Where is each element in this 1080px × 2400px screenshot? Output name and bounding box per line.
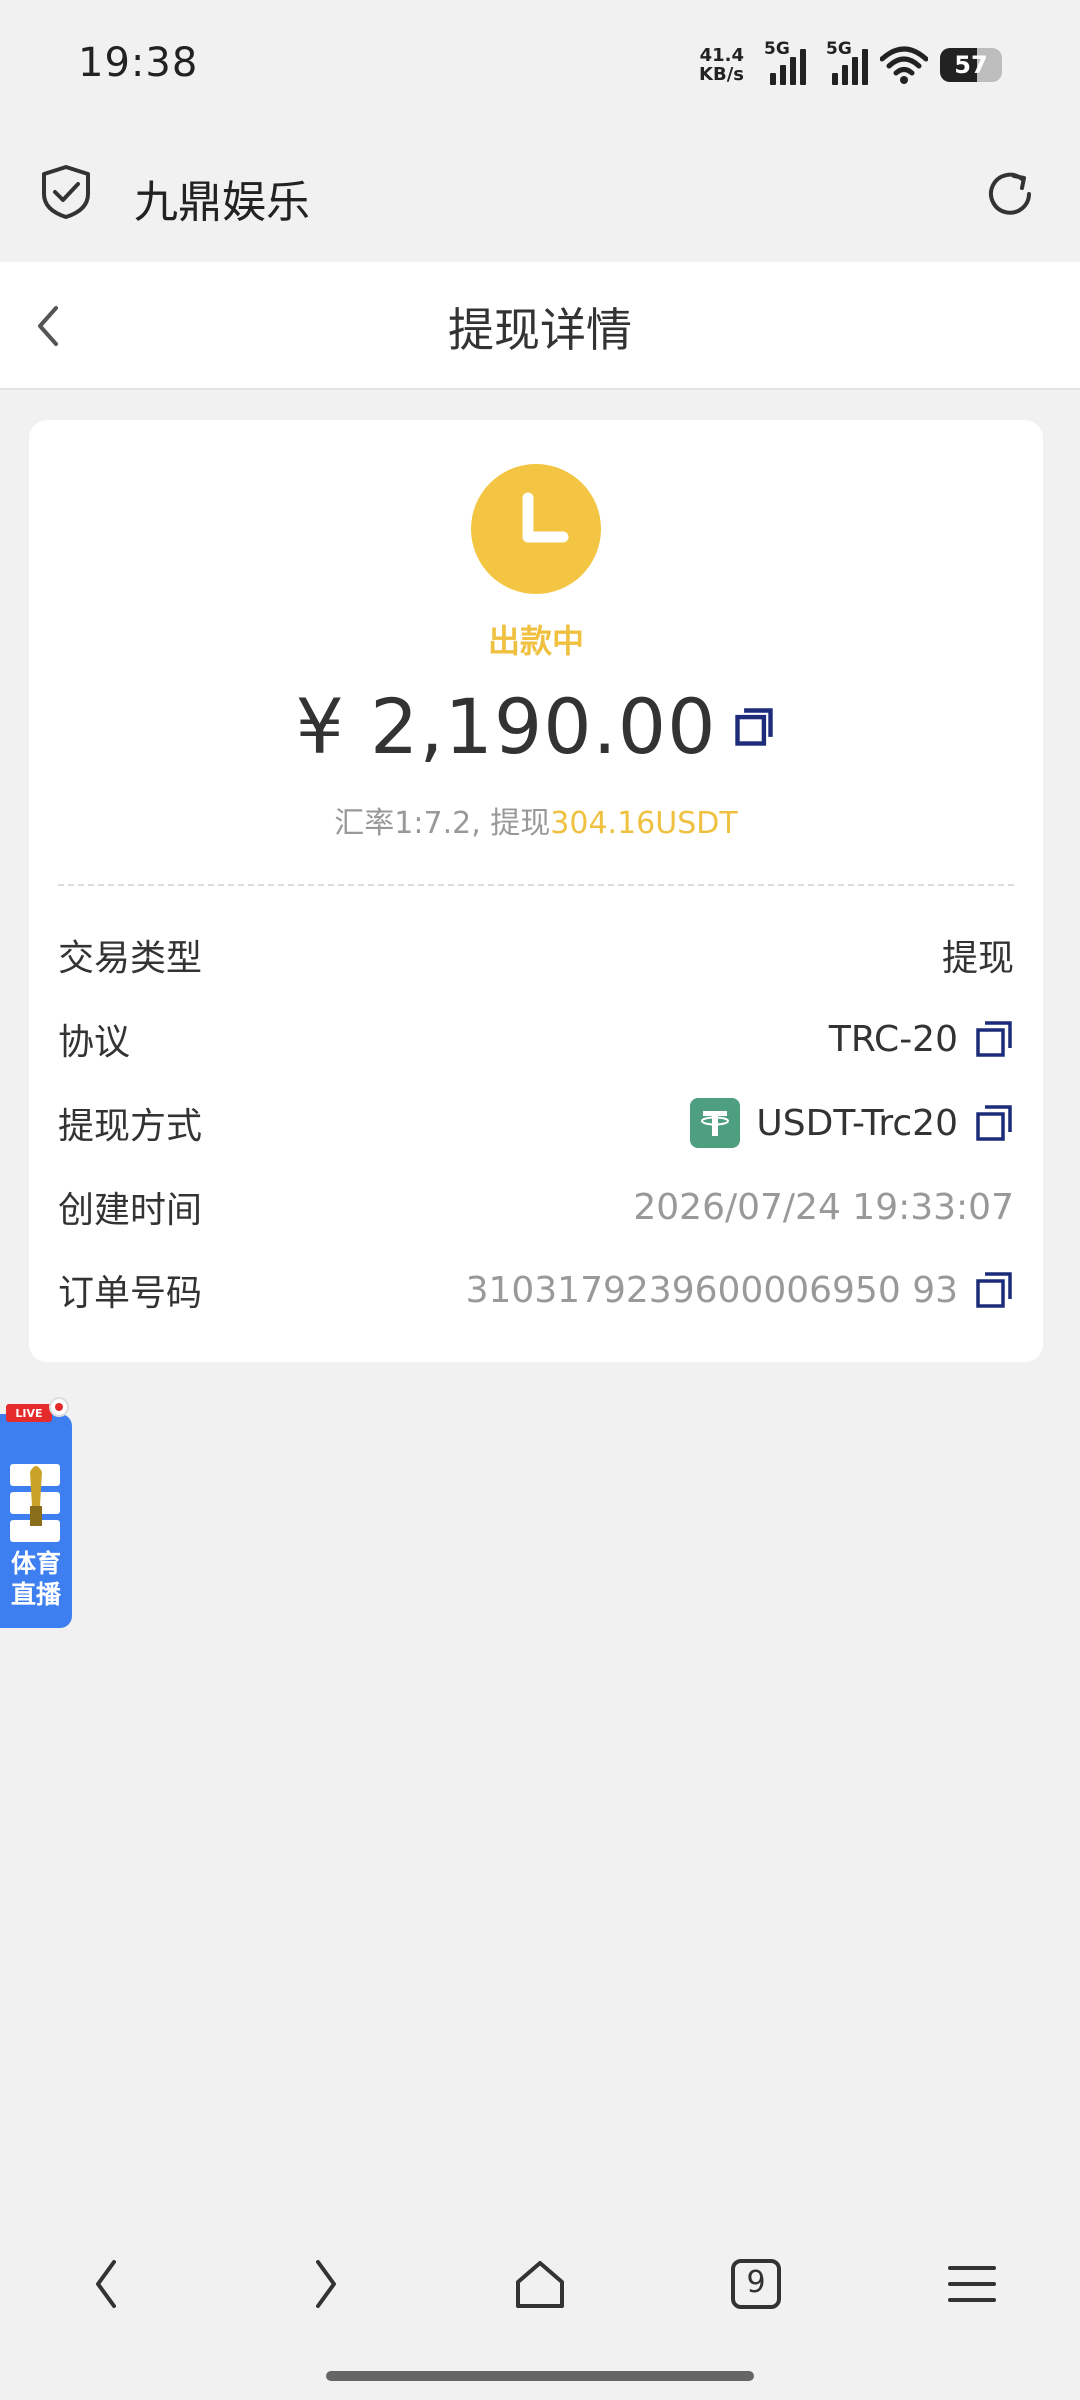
exchange-rate: 汇率1:7.2, 提现304.16USDT	[29, 798, 1043, 842]
detail-row-withdraw-method: 提现方式 USDT-Trc20	[58, 1093, 1014, 1153]
detail-value: 3103179239600006950 93	[466, 1270, 1014, 1311]
live-widget-label-line2: 直播	[10, 1580, 61, 1609]
detail-row-order-number: 订单号码 3103179239600006950 93	[58, 1260, 1014, 1320]
exchange-rate-prefix: 汇率1:7.2, 提现	[334, 806, 551, 841]
detail-label: 提现方式	[58, 1106, 203, 1147]
battery-level: 57	[954, 51, 988, 79]
clock-icon	[471, 464, 601, 594]
detail-label: 协议	[58, 1022, 131, 1063]
live-tag: LIVE	[6, 1404, 52, 1422]
transaction-type-value: 提现	[941, 938, 1014, 979]
detail-value: USDT-Trc20	[690, 1098, 1014, 1148]
withdraw-method-value: USDT-Trc20	[756, 1102, 958, 1144]
live-widget-label: 体育 直播	[0, 1548, 72, 1610]
status-icons: 41.4 KB/s 5G 5G 57	[699, 39, 1002, 90]
shield-check-icon[interactable]	[40, 164, 92, 220]
network-speed-value: 41.4	[699, 45, 744, 66]
wifi-icon	[880, 46, 928, 84]
amount-row: ¥ 2,190.00	[29, 682, 1043, 771]
menu-icon[interactable]	[942, 2254, 1002, 2314]
tabs-count: 9	[746, 2265, 766, 2300]
back-arrow-icon[interactable]	[78, 2254, 138, 2314]
network-speed-unit: KB/s	[699, 64, 744, 85]
network-speed: 41.4 KB/s	[699, 46, 744, 84]
trophy-icon	[10, 1464, 60, 1542]
detail-row-protocol: 协议 TRC-20	[58, 1009, 1014, 1069]
withdrawal-detail-card: 出款中 ¥ 2,190.00 汇率1:7.2, 提现304.16USDT 交易类…	[29, 420, 1043, 1362]
usdt-amount: 304.16USDT	[550, 806, 738, 841]
withdrawal-status: 出款中	[487, 622, 584, 660]
signal-label: 5G	[826, 39, 852, 59]
browser-bottom-nav: 9	[0, 2230, 1080, 2340]
detail-value: 2026/07/24 19:33:07	[633, 1187, 1014, 1228]
divider	[58, 884, 1014, 886]
created-time-value: 2026/07/24 19:33:07	[633, 1186, 1014, 1228]
signal-label: 5G	[764, 39, 790, 59]
browser-bar: 九鼎娱乐	[0, 130, 1080, 262]
close-icon[interactable]	[48, 1396, 70, 1418]
detail-row-created-time: 创建时间 2026/07/24 19:33:07	[58, 1177, 1014, 1237]
copy-icon[interactable]	[974, 1103, 1014, 1143]
detail-value: TRC-20	[829, 1019, 1014, 1060]
protocol-value: TRC-20	[828, 1018, 958, 1060]
detail-row-transaction-type: 交易类型 提现	[58, 925, 1014, 985]
detail-label: 创建时间	[58, 1190, 203, 1231]
forward-arrow-icon[interactable]	[294, 2254, 354, 2314]
copy-icon[interactable]	[974, 1019, 1014, 1059]
home-icon[interactable]	[510, 2254, 570, 2314]
withdrawal-amount: ¥ 2,190.00	[295, 682, 717, 771]
battery-icon: 57	[940, 48, 1002, 82]
site-title[interactable]: 九鼎娱乐	[134, 166, 310, 230]
order-number-value: 3103179239600006950 93	[465, 1269, 958, 1311]
signal-icon: 5G	[826, 39, 868, 85]
live-sports-widget[interactable]: LIVE 体育 直播	[0, 1396, 72, 1630]
signal-icon: 5G	[764, 39, 806, 85]
copy-icon[interactable]	[732, 705, 776, 749]
detail-value: 提现	[942, 929, 1014, 981]
status-time: 19:38	[78, 40, 199, 86]
status-bar: 19:38 41.4 KB/s 5G 5G 57	[0, 0, 1080, 130]
home-indicator[interactable]	[326, 2371, 754, 2381]
detail-label: 订单号码	[58, 1273, 203, 1314]
detail-label: 交易类型	[58, 938, 203, 979]
reload-icon[interactable]	[982, 166, 1038, 222]
tether-icon	[690, 1098, 741, 1148]
tabs-button[interactable]: 9	[726, 2254, 786, 2314]
copy-icon[interactable]	[974, 1270, 1014, 1310]
page-title: 提现详情	[448, 303, 632, 357]
page-header: 提现详情	[0, 262, 1080, 390]
live-widget-label-line1: 体育	[10, 1549, 61, 1578]
